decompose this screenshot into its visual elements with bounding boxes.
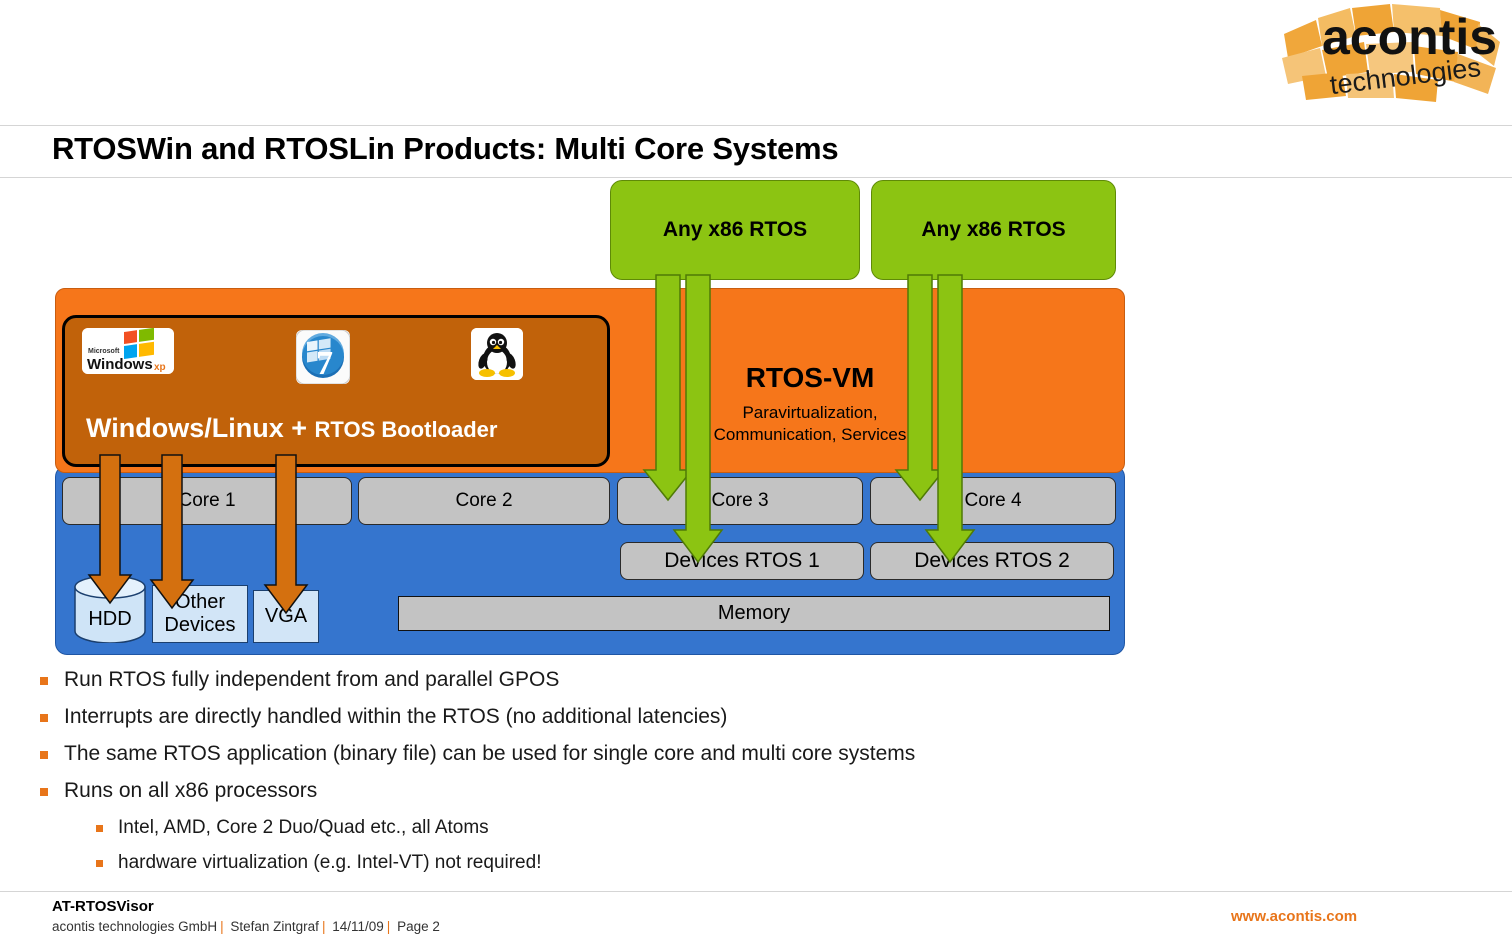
- diagram-arrows: [87, 274, 976, 615]
- footer-website-link[interactable]: www.acontis.com: [1231, 908, 1357, 925]
- footer-divider: [0, 891, 1512, 892]
- orange-arrow-to-hdd: [87, 454, 133, 605]
- architecture-diagram: Any x86 RTOS Any x86 RTOS RTOS-VM Paravi…: [0, 170, 1180, 660]
- title-divider-top: [0, 125, 1512, 126]
- footer-company: acontis technologies GmbH: [52, 919, 218, 934]
- sub-bullet-item: hardware virtualization (e.g. Intel-VT) …: [0, 848, 1512, 883]
- page-title: RTOSWin and RTOSLin Products: Multi Core…: [52, 131, 839, 166]
- footer-separator: |: [220, 919, 224, 934]
- bullet-list: Run RTOS fully independent from and para…: [0, 665, 1512, 883]
- green-arrow-to-core-3: [642, 274, 694, 502]
- footer-separator: |: [386, 919, 391, 934]
- acontis-logo: acontis technologies: [1272, 2, 1504, 106]
- footer-separator: |: [321, 919, 326, 934]
- green-arrow-to-devices-rtos-2: [924, 274, 976, 564]
- orange-arrow-to-vga: [263, 454, 309, 615]
- footer-author: Stefan Zintgraf: [230, 919, 319, 934]
- footer-product-name: AT-RTOSVisor: [52, 898, 154, 915]
- footer-meta: acontis technologies GmbH | Stefan Zintgr…: [52, 919, 440, 934]
- green-arrow-to-devices-rtos-1: [672, 274, 724, 564]
- bullet-item: The same RTOS application (binary file) …: [0, 739, 1512, 776]
- footer-page: Page 2: [397, 919, 440, 934]
- footer-date: 14/11/09: [332, 919, 384, 934]
- orange-arrow-to-other-devices: [149, 454, 195, 610]
- bullet-item: Run RTOS fully independent from and para…: [0, 665, 1512, 702]
- bullet-item: Runs on all x86 processors: [0, 776, 1512, 813]
- green-arrow-to-core-4: [894, 274, 946, 502]
- sub-bullet-item: Intel, AMD, Core 2 Duo/Quad etc., all At…: [0, 813, 1512, 848]
- bullet-item: Interrupts are directly handled within t…: [0, 702, 1512, 739]
